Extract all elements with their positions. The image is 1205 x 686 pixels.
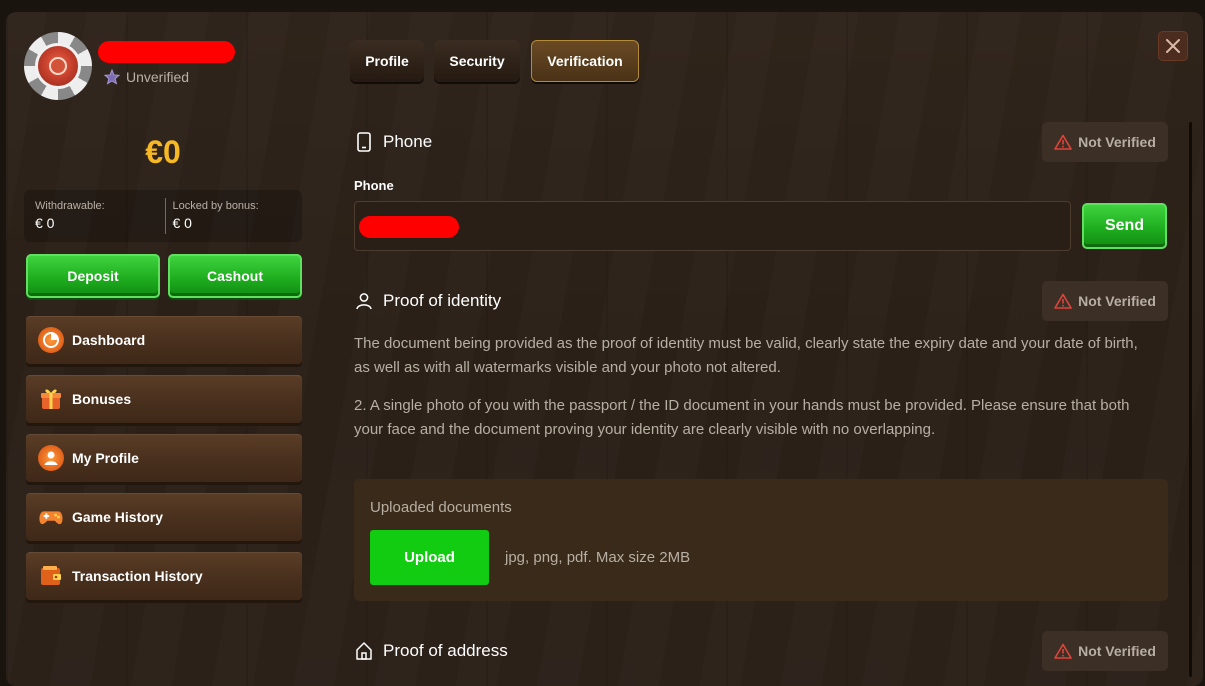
warning-icon [1054,134,1072,150]
uploaded-documents-title: Uploaded documents [370,499,512,516]
sidebar-item-game-history[interactable]: Game History [26,493,302,541]
identity-status-badge: Not Verified [1042,281,1168,321]
home-icon [356,642,372,660]
sidebar-item-label: My Profile [72,450,139,466]
phone-section-header: Phone [355,132,432,152]
sidebar-item-bonuses[interactable]: Bonuses [26,375,302,423]
identity-requirements-text: The document being provided as the proof… [354,335,1138,376]
dashboard-icon [38,327,64,353]
close-icon [1166,39,1180,53]
address-section-header: Proof of address [355,641,508,661]
account-modal: Unverified €0 Withdrawable: € 0 Locked b… [6,12,1203,686]
uploaded-documents-panel: Uploaded documents Upload jpg, png, pdf.… [354,479,1168,601]
phone-section-title: Phone [383,132,433,151]
address-status-badge: Not Verified [1042,631,1168,671]
status-badge-text: Not Verified [1078,293,1156,309]
identity-section-title: Proof of identity [383,291,502,310]
gift-icon [38,386,64,412]
warning-icon [1054,293,1072,309]
star-icon [104,69,120,85]
identity-section-header: Proof of identity [355,291,501,311]
phone-status-badge: Not Verified [1042,122,1168,162]
status-badge-text: Not Verified [1078,134,1156,150]
phone-input[interactable] [354,201,1071,251]
sidebar-item-transaction-history[interactable]: Transaction History [26,552,302,600]
deposit-button[interactable]: Deposit [26,254,160,298]
wallet-icon [38,563,64,589]
sidebar-item-label: Game History [72,509,164,525]
avatar [24,32,92,100]
locked-value: € 0 [172,215,192,231]
tab-verification[interactable]: Verification [531,40,639,82]
address-section-title: Proof of address [383,641,508,660]
locked-label: Locked by bonus: [172,200,259,212]
close-button[interactable] [1158,31,1188,61]
status-badge-text: Not Verified [1078,643,1156,659]
verification-status: Unverified [104,69,189,85]
user-outline-icon [356,293,372,310]
upload-button[interactable]: Upload [370,530,489,585]
gamepad-icon [38,504,64,530]
sidebar-item-label: Dashboard [72,332,146,348]
user-icon [38,445,64,471]
poker-chip-icon [35,43,81,89]
balance-amount: €0 [145,134,181,170]
phone-value-redacted [359,216,459,238]
cashout-button[interactable]: Cashout [168,254,302,298]
withdrawable-value: € 0 [35,215,55,231]
username-redacted [98,41,235,63]
scrollbar[interactable] [1189,122,1192,677]
withdrawable-label: Withdrawable: [35,200,105,212]
sidebar-item-my-profile[interactable]: My Profile [26,434,302,482]
sidebar-item-label: Bonuses [72,391,132,407]
balance-breakdown: Withdrawable: € 0 Locked by bonus: € 0 [24,190,302,242]
warning-icon [1054,643,1072,659]
identity-photo-requirements-text: 2. A single photo of you with the passpo… [354,397,1130,438]
phone-icon [357,132,371,152]
send-button[interactable]: Send [1082,203,1167,249]
upload-hint: jpg, png, pdf. Max size 2MB [505,549,691,566]
phone-field-label: Phone [354,178,394,193]
tab-security[interactable]: Security [434,40,520,82]
sidebar-item-label: Transaction History [72,568,203,584]
tab-profile[interactable]: Profile [350,40,424,82]
sidebar-item-dashboard[interactable]: Dashboard [26,316,302,364]
status-text: Unverified [126,69,190,85]
